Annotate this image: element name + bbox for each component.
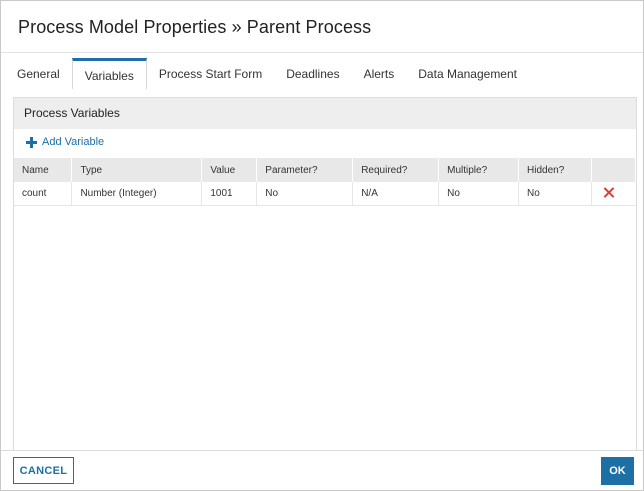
column-header-required: Required? bbox=[352, 158, 440, 182]
cell-type[interactable]: Number (Integer) bbox=[71, 182, 203, 206]
panel-header: Process Variables bbox=[14, 98, 636, 129]
table-row[interactable]: count Number (Integer) 1001 No N/A No No bbox=[14, 182, 636, 206]
table-header-row: Name Type Value Parameter? Required? Mul… bbox=[14, 158, 637, 182]
column-header-name: Name bbox=[14, 158, 73, 182]
column-header-hidden: Hidden? bbox=[518, 158, 592, 182]
plus-icon bbox=[26, 136, 37, 148]
footer-divider bbox=[1, 450, 643, 451]
ok-button[interactable]: OK bbox=[601, 457, 634, 485]
delete-icon[interactable] bbox=[604, 187, 615, 198]
cell-parameter[interactable]: No bbox=[256, 182, 354, 206]
add-variable-link[interactable]: Add Variable bbox=[26, 136, 104, 148]
tab-alerts[interactable]: Alerts bbox=[352, 58, 407, 89]
variables-panel: Process Variables Add Variable Name Type bbox=[13, 97, 637, 451]
cancel-button[interactable]: CANCEL bbox=[13, 457, 74, 484]
tab-data-management[interactable]: Data Management bbox=[406, 58, 529, 89]
tab-general[interactable]: General bbox=[5, 58, 72, 89]
cell-multiple[interactable]: No bbox=[438, 182, 520, 206]
column-header-parameter: Parameter? bbox=[256, 158, 354, 182]
dialog-title: Process Model Properties » Parent Proces… bbox=[18, 17, 372, 37]
tab-process-start-form[interactable]: Process Start Form bbox=[147, 58, 274, 89]
cell-value[interactable]: 1001 bbox=[201, 182, 258, 206]
tab-deadlines[interactable]: Deadlines bbox=[274, 58, 351, 89]
process-model-properties-dialog: Process Model Properties » Parent Proces… bbox=[0, 0, 644, 491]
cell-name[interactable]: count bbox=[14, 182, 73, 206]
cell-actions bbox=[591, 182, 636, 206]
tab-bar: General Variables Process Start Form Dea… bbox=[5, 58, 529, 89]
cell-hidden[interactable]: No bbox=[518, 182, 592, 206]
add-variable-label: Add Variable bbox=[42, 136, 105, 148]
column-header-actions bbox=[591, 158, 637, 182]
tab-variables[interactable]: Variables bbox=[71, 58, 147, 89]
variables-table: Name Type Value Parameter? Required? Mul… bbox=[14, 158, 637, 206]
title-divider bbox=[1, 52, 643, 53]
column-header-value: Value bbox=[201, 158, 258, 182]
column-header-multiple: Multiple? bbox=[438, 158, 520, 182]
column-header-type: Type bbox=[71, 158, 203, 182]
cell-required[interactable]: N/A bbox=[352, 182, 440, 206]
